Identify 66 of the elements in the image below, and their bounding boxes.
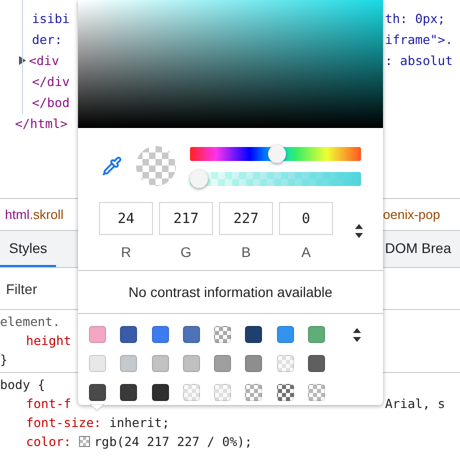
- palette-swatch[interactable]: [120, 384, 138, 401]
- css-selector: element.: [0, 314, 60, 329]
- palette-swatch[interactable]: [276, 355, 294, 372]
- channel-label: B: [241, 244, 251, 260]
- css-property: font-size:: [26, 415, 102, 430]
- css-value: Arial, s: [385, 396, 446, 411]
- breadcrumb-class[interactable]: oenix-pop: [383, 207, 440, 222]
- html-code: </html>: [15, 116, 68, 131]
- palette-swatch[interactable]: [182, 355, 200, 372]
- contrast-message: No contrast information available: [128, 284, 332, 300]
- html-code: : absolut: [385, 53, 453, 68]
- palette-swatch[interactable]: [120, 326, 138, 343]
- breadcrumb-class[interactable]: .skroll: [30, 207, 64, 222]
- palette-swatch[interactable]: [214, 326, 232, 343]
- breadcrumb-tag[interactable]: html: [5, 207, 30, 222]
- palette-swatch[interactable]: [245, 326, 262, 343]
- styles-tab[interactable]: Styles: [0, 231, 56, 267]
- css-value: rgb(24 217 227 / 0%);: [94, 434, 252, 449]
- css-property: height: [26, 333, 72, 348]
- closing-brace: }: [0, 352, 8, 367]
- channel-field[interactable]: 217: [159, 202, 213, 235]
- palette-swatch[interactable]: [89, 384, 106, 401]
- css-property: font-f: [26, 396, 72, 411]
- html-code: </bod: [32, 95, 70, 110]
- palette-swatch[interactable]: [152, 384, 169, 401]
- palette-swatch[interactable]: [308, 355, 326, 372]
- palette-swatch[interactable]: [276, 326, 294, 343]
- channel-field[interactable]: 24: [99, 202, 153, 235]
- hue-slider[interactable]: [190, 146, 361, 160]
- html-code: <div: [29, 53, 60, 68]
- css-property: color:: [26, 434, 72, 449]
- html-code: </div: [32, 74, 70, 89]
- channel-field[interactable]: 227: [219, 202, 273, 235]
- palette-stepper-icon[interactable]: [353, 328, 362, 342]
- channel-label: G: [180, 244, 192, 260]
- palette-swatch[interactable]: [182, 326, 200, 343]
- palette-swatch[interactable]: [182, 384, 200, 401]
- css-selector: body {: [0, 377, 46, 392]
- channel-label: A: [301, 244, 311, 260]
- palette-swatch[interactable]: [214, 355, 232, 372]
- channel-label: R: [120, 244, 132, 260]
- css-value: inherit;: [109, 415, 170, 430]
- palette-swatch[interactable]: [214, 384, 232, 401]
- palette-swatch[interactable]: [120, 355, 138, 372]
- channel-field[interactable]: 0: [279, 202, 333, 235]
- palette-swatch[interactable]: [152, 355, 169, 372]
- palette-swatch[interactable]: [308, 326, 326, 343]
- alpha-slider[interactable]: [190, 172, 361, 186]
- palette-swatch[interactable]: [245, 384, 262, 401]
- html-code: th: 0px;: [385, 11, 446, 26]
- panel-tab[interactable]: DOM Brea: [383, 231, 460, 267]
- html-code: der:: [32, 32, 62, 47]
- color-swatch[interactable]: [79, 436, 90, 447]
- format-stepper-icon[interactable]: [355, 224, 363, 238]
- html-code: iframe">.: [385, 32, 453, 47]
- expand-arrow-icon[interactable]: [18, 56, 26, 65]
- palette-swatch[interactable]: [245, 355, 262, 372]
- palette-swatch[interactable]: [308, 384, 326, 401]
- html-code: isibi: [32, 11, 70, 26]
- palette-swatch[interactable]: [276, 384, 294, 401]
- palette-swatch[interactable]: [89, 326, 106, 343]
- palette-swatch[interactable]: [152, 326, 169, 343]
- saturation-area[interactable]: [78, 0, 383, 128]
- filter-field[interactable]: Filter: [0, 280, 76, 296]
- palette-swatch[interactable]: [89, 355, 106, 372]
- eyedropper-icon[interactable]: [102, 156, 122, 176]
